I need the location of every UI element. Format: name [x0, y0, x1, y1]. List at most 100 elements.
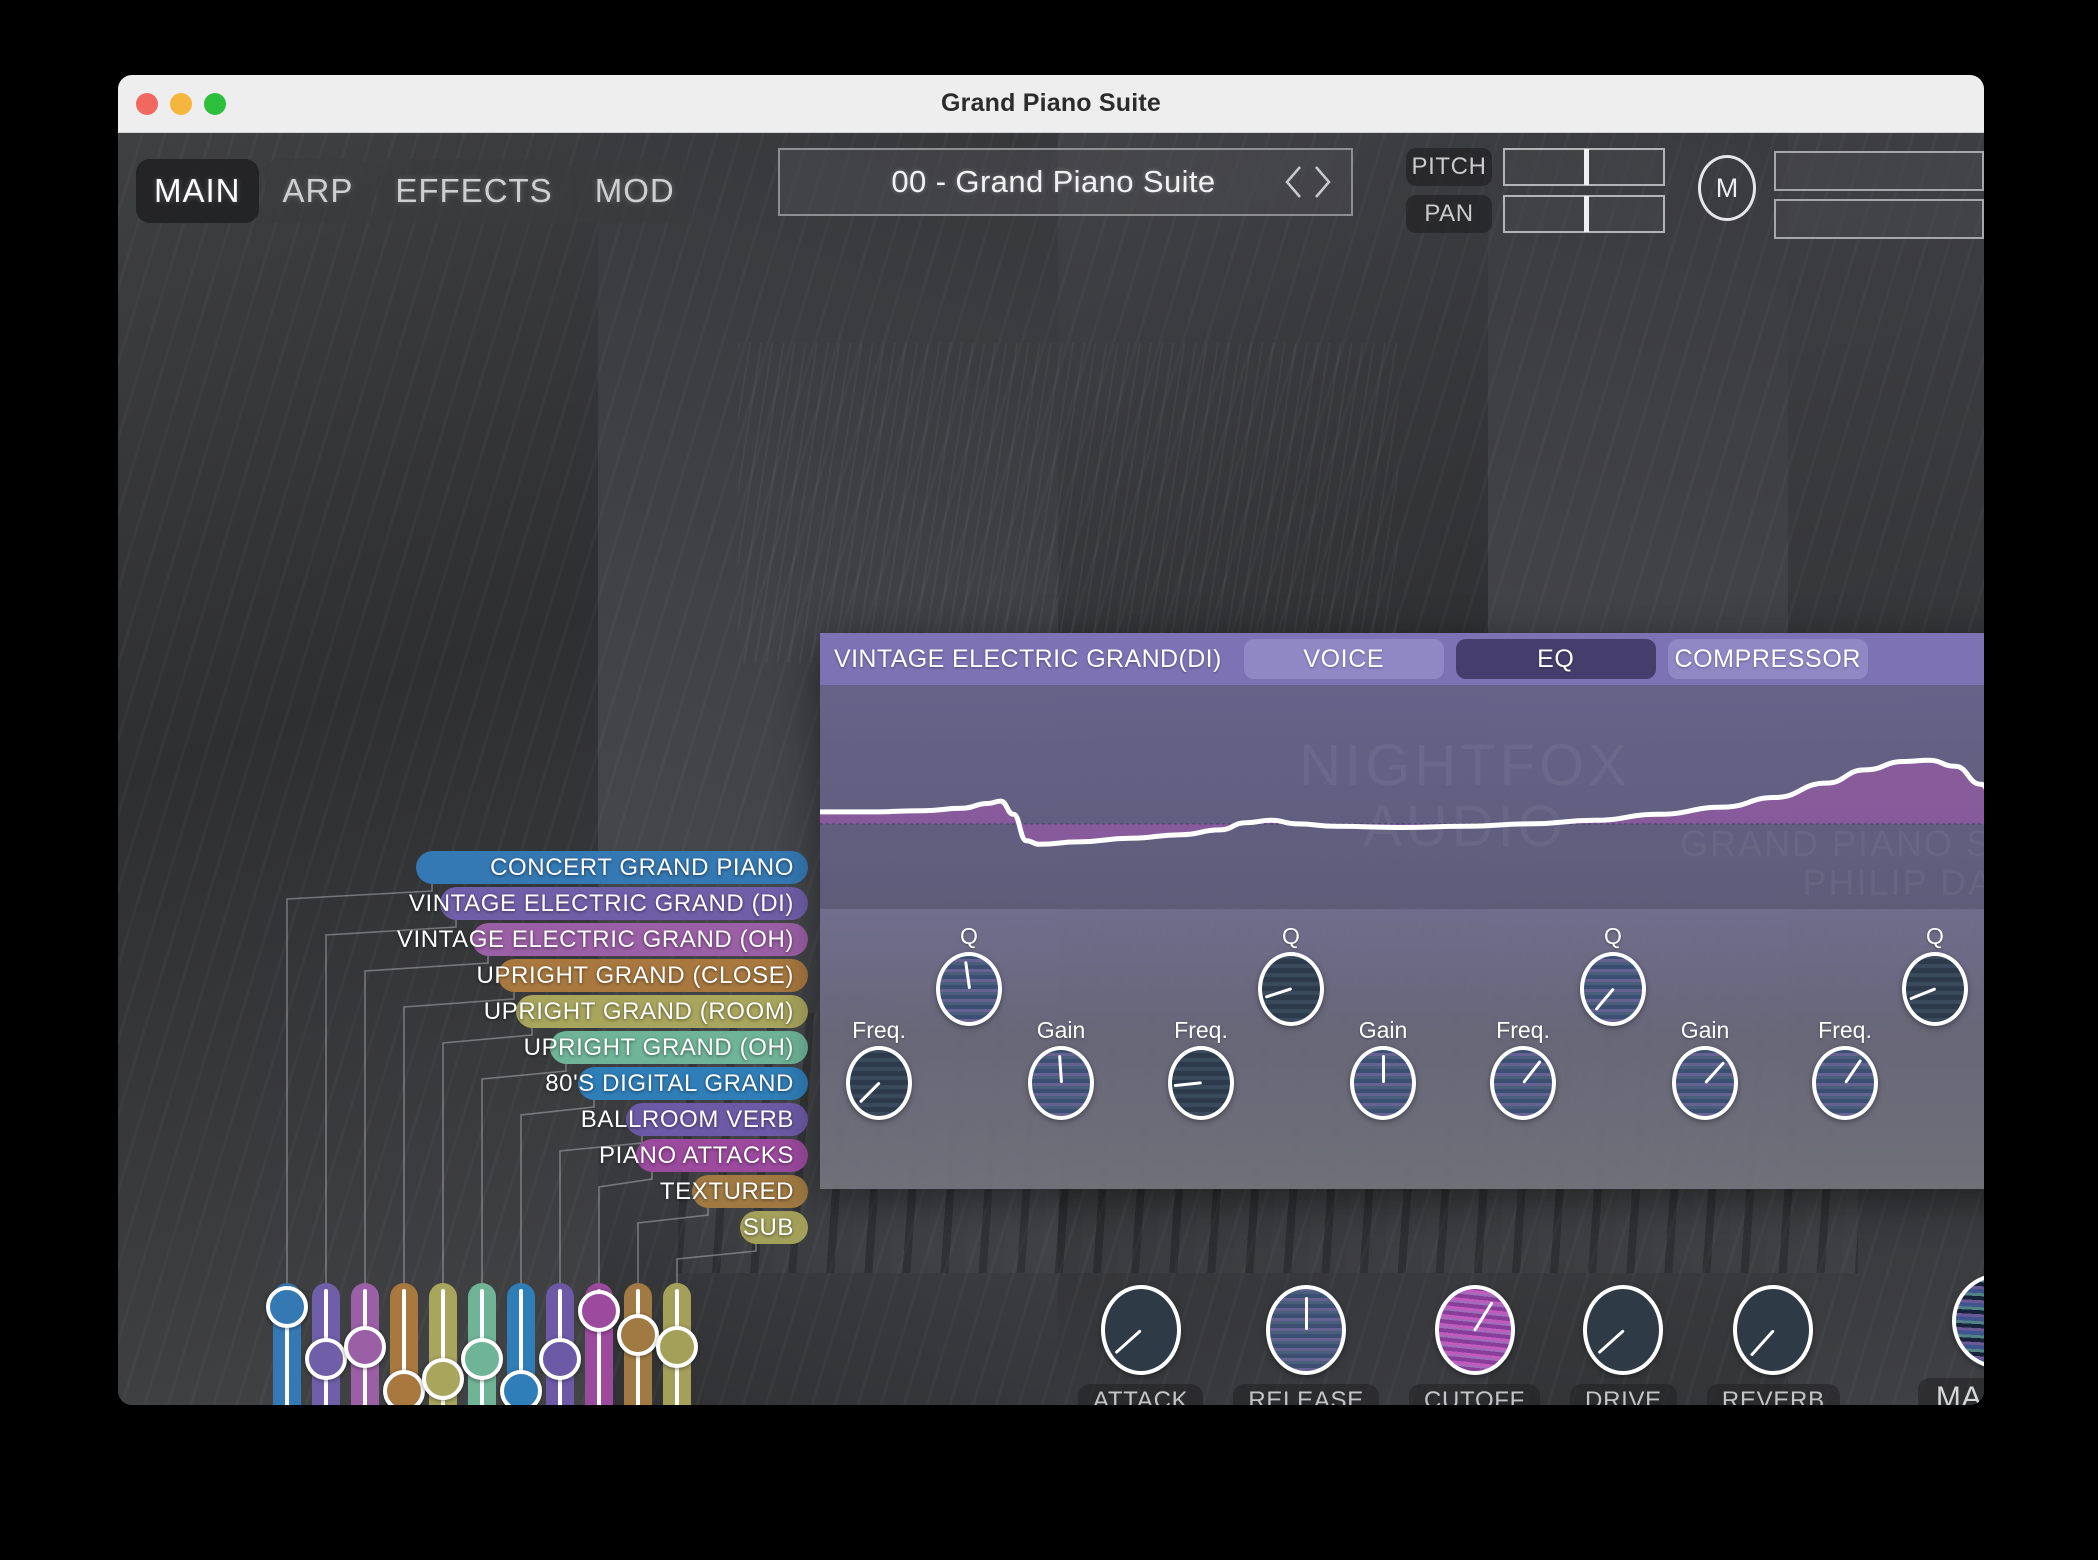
pan-slider[interactable]: [1503, 195, 1665, 233]
slider-thumb[interactable]: [266, 1286, 308, 1328]
layer-volume-slider[interactable]: [663, 1283, 691, 1405]
layer-pill[interactable]: VINTAGE ELECTRIC GRAND (DI): [440, 887, 808, 920]
eq-gain-knob[interactable]: [1350, 1046, 1416, 1120]
zoom-window-button[interactable]: [204, 93, 226, 115]
close-window-button[interactable]: [136, 93, 158, 115]
tab-effects[interactable]: EFFECTS: [377, 159, 570, 223]
eq-gain-knob[interactable]: [1672, 1046, 1738, 1120]
eq-band-2: Q Freq. Gain: [1142, 909, 1464, 1189]
slider-thumb[interactable]: [383, 1370, 425, 1405]
eq-gain-knob[interactable]: [1028, 1046, 1094, 1120]
cutoff-knob[interactable]: [1435, 1285, 1515, 1375]
layer-pill[interactable]: PIANO ATTACKS: [636, 1139, 808, 1172]
slider-thumb[interactable]: [578, 1290, 620, 1332]
eq-q-knob[interactable]: [1580, 952, 1646, 1026]
midi-learn-button[interactable]: M: [1698, 155, 1756, 221]
layer-volume-slider[interactable]: [507, 1283, 535, 1405]
eq-q-control: Q: [936, 923, 1002, 1026]
eq-gain-label: Gain: [1672, 1017, 1738, 1044]
eq-gain-label: Gain: [1028, 1017, 1094, 1044]
slider-thumb[interactable]: [656, 1326, 698, 1368]
eq-gain-label: Gain: [1350, 1017, 1416, 1044]
layer-volume-slider[interactable]: [273, 1283, 301, 1405]
knob-pointer: [1264, 988, 1291, 999]
tab-arp[interactable]: ARP: [265, 159, 372, 223]
tab-main[interactable]: MAIN: [136, 159, 259, 223]
module-title: VINTAGE ELECTRIC GRAND(DI): [834, 645, 1232, 674]
eq-freq-control: Freq.: [1168, 1017, 1234, 1120]
eq-band-controls: QFreq.GainQFreq.GainQFreq.GainQFreq.Gain: [820, 909, 1984, 1189]
slider-thumb[interactable]: [422, 1358, 464, 1400]
pitch-slider-thumb[interactable]: [1584, 149, 1589, 185]
layer-pill[interactable]: BALLROOM VERB: [626, 1103, 808, 1136]
pitch-label: PITCH: [1406, 148, 1492, 186]
layer-volume-slider[interactable]: [546, 1283, 574, 1405]
knob-control-attack: ATTACK: [1078, 1285, 1203, 1405]
chevron-left-icon[interactable]: [1281, 162, 1307, 202]
layer-pill[interactable]: UPRIGHT GRAND (ROOM): [516, 995, 808, 1028]
app-window: Grand Piano Suite MAINARPEFFECTSMOD 00 -…: [118, 75, 1984, 1405]
layer-pill[interactable]: VINTAGE ELECTRIC GRAND (OH): [472, 923, 808, 956]
tab-mod[interactable]: MOD: [577, 159, 693, 223]
eq-q-knob[interactable]: [936, 952, 1002, 1026]
pitch-slider[interactable]: [1503, 148, 1665, 186]
eq-freq-knob[interactable]: [1812, 1046, 1878, 1120]
layer-volume-slider[interactable]: [390, 1283, 418, 1405]
eq-gain-control: Gain: [1028, 1017, 1094, 1120]
pan-slider-thumb[interactable]: [1584, 196, 1589, 232]
layer-volume-slider[interactable]: [468, 1283, 496, 1405]
knob-control-master: MASTER: [1918, 1273, 1984, 1405]
knob-pointer: [1305, 1297, 1308, 1331]
layer-pill[interactable]: UPRIGHT GRAND (OH): [550, 1031, 808, 1064]
layer-volume-slider[interactable]: [351, 1283, 379, 1405]
layer-volume-slider[interactable]: [624, 1283, 652, 1405]
chevron-right-icon[interactable]: [1309, 162, 1335, 202]
module-tab-compressor[interactable]: COMPRESSOR: [1668, 639, 1868, 679]
module-tab-eq[interactable]: EQ: [1456, 639, 1656, 679]
master-knob[interactable]: [1952, 1273, 1984, 1369]
slider-thumb[interactable]: [344, 1326, 386, 1368]
eq-q-control: Q: [1902, 923, 1968, 1026]
eq-freq-knob[interactable]: [1490, 1046, 1556, 1120]
eq-freq-label: Freq.: [846, 1017, 912, 1044]
preset-selector[interactable]: 00 - Grand Piano Suite: [778, 148, 1353, 216]
pan-label: PAN: [1406, 195, 1492, 233]
layer-volume-sliders: [273, 1283, 691, 1405]
eq-freq-knob[interactable]: [1168, 1046, 1234, 1120]
knob-pointer: [1173, 1081, 1201, 1087]
module-tab-voice[interactable]: VOICE: [1244, 639, 1444, 679]
layer-pill[interactable]: TEXTURED: [692, 1175, 808, 1208]
eq-q-control: Q: [1258, 923, 1324, 1026]
eq-curve-display[interactable]: NIGHTFOX AUDIO GRAND PIANO SUITE PHILIP …: [820, 685, 1984, 909]
layer-pill[interactable]: UPRIGHT GRAND (CLOSE): [498, 959, 808, 992]
attack-knob[interactable]: [1101, 1285, 1181, 1375]
layer-volume-slider[interactable]: [585, 1283, 613, 1405]
eq-freq-label: Freq.: [1490, 1017, 1556, 1044]
knob-control-reverb: REVERB: [1707, 1285, 1840, 1405]
slider-thumb[interactable]: [461, 1338, 503, 1380]
layer-volume-slider[interactable]: [429, 1283, 457, 1405]
eq-freq-label: Freq.: [1812, 1017, 1878, 1044]
eq-q-knob[interactable]: [1902, 952, 1968, 1026]
eq-q-knob[interactable]: [1258, 952, 1324, 1026]
slider-thumb[interactable]: [305, 1338, 347, 1380]
drive-knob[interactable]: [1583, 1285, 1663, 1375]
layer-pill[interactable]: CONCERT GRAND PIANO: [416, 851, 808, 884]
eq-freq-knob[interactable]: [846, 1046, 912, 1120]
eq-q-label: Q: [1258, 923, 1324, 950]
meter-top: [1774, 151, 1984, 191]
layer-row: PIANO ATTACKS: [278, 1139, 808, 1175]
layer-volume-slider[interactable]: [312, 1283, 340, 1405]
reverb-knob[interactable]: [1733, 1285, 1813, 1375]
layer-pill[interactable]: SUB: [740, 1211, 808, 1244]
layer-row: SUB: [278, 1211, 808, 1247]
traffic-light-group: [136, 93, 226, 115]
minimize-window-button[interactable]: [170, 93, 192, 115]
layer-pill[interactable]: 80'S DIGITAL GRAND: [578, 1067, 808, 1100]
window-title: Grand Piano Suite: [118, 89, 1984, 118]
knob-label-master: MASTER: [1918, 1378, 1984, 1405]
slider-thumb[interactable]: [500, 1370, 542, 1405]
slider-thumb[interactable]: [617, 1314, 659, 1356]
release-knob[interactable]: [1266, 1285, 1346, 1375]
slider-thumb[interactable]: [539, 1338, 581, 1380]
